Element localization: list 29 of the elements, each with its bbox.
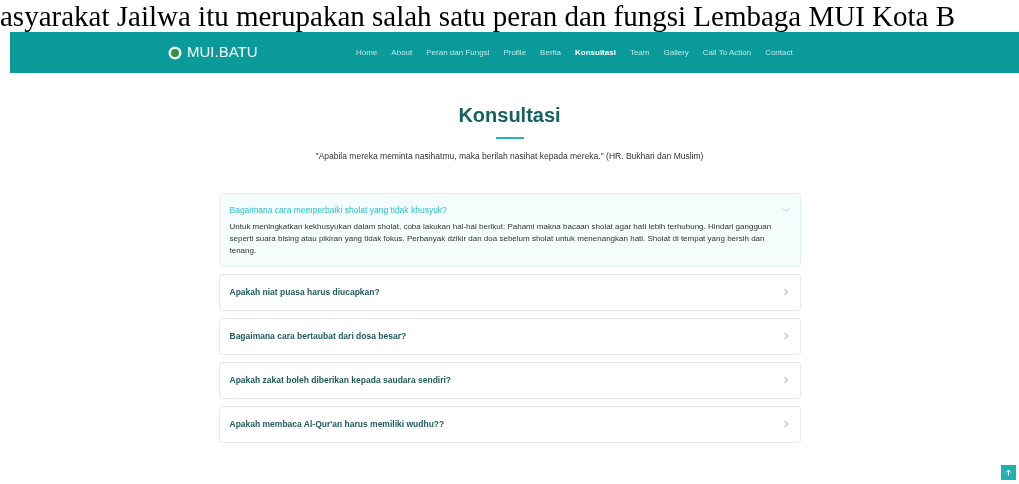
faq-question[interactable]: Apakah zakat boleh diberikan kepada saudara sendiri? (229, 373, 452, 387)
chevron-right-icon[interactable] (781, 332, 790, 340)
faq-question[interactable]: Bagaimana cara bertaubat dari dosa besar? (229, 329, 407, 343)
nav-link[interactable]: Peran dan Fungsi (426, 46, 490, 59)
nav-link[interactable]: Berita (540, 46, 561, 59)
quote-text: "Apabila mereka meminta nasihatmu, maka berilah nasihat kepada mereka." (HR. Bukhari dan Muslim) (315, 150, 704, 163)
faq-answer: Untuk meningkatkan kekhusyukan dalam sholat, coba lakukan hal-hal berikut: Pahami makna bacaan sholat agar hati lebih terhubung. Hindari gangguan seperti suara bising atau pikiran yang tidak fokus. Perbanyak dzikir dan doa sebelum sholat untuk menenangkan hati. Sholat di tempat yang bersih dan tenang. (229, 220, 773, 257)
nav-link[interactable]: Konsultasi (575, 46, 616, 59)
faq-question[interactable]: Apakah niat puasa harus diucapkan? (229, 285, 380, 299)
chevron-right-icon[interactable] (781, 420, 790, 428)
faq-question[interactable]: Bagaimana cara memperbaiki sholat yang tidak khusyuk? (229, 203, 447, 217)
nav-link[interactable]: Contact (765, 46, 793, 59)
scroll-top-button[interactable] (1001, 465, 1016, 480)
chevron-right-icon[interactable] (781, 288, 790, 296)
section-title: Konsultasi (458, 103, 561, 128)
nav-link[interactable]: Gallery (663, 46, 689, 59)
nav-link[interactable]: About (391, 46, 413, 59)
chevron-right-icon[interactable] (781, 376, 790, 384)
nav-link[interactable]: Profile (503, 46, 527, 59)
nav-link[interactable]: Call To Action (702, 46, 752, 59)
faq-question[interactable]: Apakah membaca Al-Qur'an harus memiliki wudhu?? (229, 417, 445, 431)
site-logo[interactable]: MUI.BATU (187, 41, 258, 64)
chevron-down-icon[interactable] (781, 206, 790, 215)
nav-link[interactable]: Home (356, 46, 378, 59)
arrow-up-icon (1005, 469, 1012, 476)
logo-icon (168, 45, 182, 60)
nav-link[interactable]: Team (629, 46, 650, 59)
background-text: asyarakat Jailwa itu merupakan salah satu peran dan fungsi Lembaga MUI Kota B (0, 0, 956, 32)
title-underline (495, 137, 524, 139)
